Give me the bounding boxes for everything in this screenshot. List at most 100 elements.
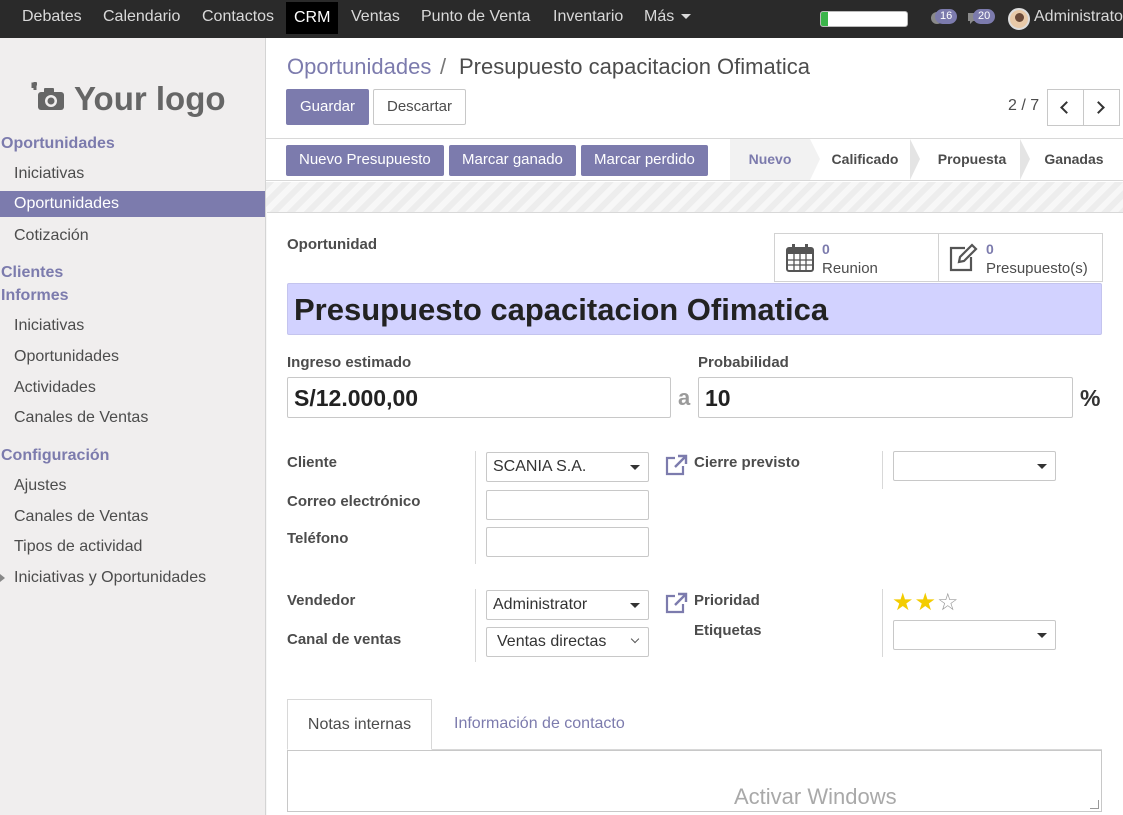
- user-menu[interactable]: Administrator: [1034, 0, 1123, 34]
- new-quotation-button[interactable]: Nuevo Presupuesto: [286, 145, 444, 176]
- pager-next-button[interactable]: [1083, 89, 1120, 126]
- discard-button[interactable]: Descartar: [373, 89, 466, 125]
- stage-separator: [910, 139, 920, 180]
- company-logo[interactable]: Your logo: [16, 68, 240, 132]
- star-filled-icon[interactable]: ★: [915, 589, 938, 616]
- menu-inventario[interactable]: Inventario: [553, 0, 623, 34]
- external-link-icon[interactable]: [664, 592, 688, 614]
- stage-separator: [810, 139, 820, 180]
- menu-debates[interactable]: Debates: [22, 0, 82, 34]
- star-empty-icon[interactable]: ☆: [937, 589, 960, 616]
- caret-down-icon: [1037, 464, 1047, 469]
- form-background-stripe: [266, 182, 1123, 212]
- activities-button[interactable]: 16: [930, 9, 958, 27]
- external-link-icon[interactable]: [664, 454, 688, 476]
- caret-down-icon: [630, 465, 640, 470]
- salesperson-select[interactable]: Administrator: [486, 590, 649, 620]
- customer-select[interactable]: SCANIA S.A.: [486, 452, 649, 482]
- tab-contact-information[interactable]: Información de contacto: [454, 699, 625, 750]
- stage-propuesta[interactable]: Propuesta: [924, 139, 1020, 180]
- expected-closing-select[interactable]: [893, 451, 1056, 481]
- sidebar: Your logo Oportunidades Iniciativas Opor…: [0, 38, 266, 815]
- internal-notes-textarea[interactable]: [287, 750, 1102, 812]
- tab-internal-notes[interactable]: Notas internas: [287, 699, 432, 750]
- stage-ganadas[interactable]: Ganadas: [1036, 139, 1112, 180]
- progress-bar: [820, 11, 908, 27]
- email-label: Correo electrónico: [287, 493, 421, 510]
- stage-separator: [1020, 139, 1030, 180]
- stage-nuevo[interactable]: Nuevo: [730, 139, 810, 180]
- sidebar-item-canales-de-ventas[interactable]: Canales de Ventas: [0, 405, 265, 431]
- top-navbar: Debates Calendario Contactos CRM Ventas …: [0, 0, 1123, 38]
- quotations-count: 0: [986, 241, 994, 257]
- sidebar-item-iniciativas[interactable]: Iniciativas: [0, 161, 265, 187]
- at-label: a: [678, 385, 691, 410]
- opportunity-name-input[interactable]: Presupuesto capacitacion Ofimatica: [287, 283, 1102, 335]
- phone-input[interactable]: [486, 527, 649, 557]
- mark-lost-button[interactable]: Marcar perdido: [581, 145, 708, 176]
- activities-badge: 16: [935, 9, 958, 24]
- stage-calificado[interactable]: Calificado: [820, 139, 910, 180]
- phone-label: Teléfono: [287, 530, 349, 547]
- pager-previous-button[interactable]: [1047, 89, 1084, 126]
- sidebar-item-cotizacion[interactable]: Cotización: [0, 223, 265, 249]
- tags-select[interactable]: [893, 620, 1056, 650]
- salesperson-value: Administrator: [493, 596, 588, 613]
- logo-text: Your logo: [74, 80, 226, 117]
- mark-won-button[interactable]: Marcar ganado: [449, 145, 576, 176]
- sidebar-section-clientes[interactable]: Clientes: [1, 264, 63, 282]
- tags-label: Etiquetas: [694, 622, 762, 639]
- menu-calendario[interactable]: Calendario: [103, 0, 180, 34]
- breadcrumb-separator: /: [440, 54, 447, 79]
- status-bar: Nuevo Presupuesto Marcar ganado Marcar p…: [266, 139, 1123, 181]
- breadcrumb-current: Presupuesto capacitacion Ofimatica: [459, 54, 810, 79]
- sales-channel-value: Ventas directas: [497, 633, 607, 650]
- priority-widget[interactable]: ★★☆: [892, 588, 960, 617]
- windows-activation-watermark: Activar Windows: [734, 784, 897, 809]
- quotations-label: Presupuesto(s): [986, 260, 1088, 277]
- sidebar-item-config-canales-de-ventas[interactable]: Canales de Ventas: [0, 504, 265, 530]
- breadcrumb-parent[interactable]: Oportunidades: [287, 54, 431, 80]
- sidebar-item-ajustes[interactable]: Ajustes: [0, 473, 265, 499]
- chevron-right-icon: [1092, 101, 1105, 114]
- menu-crm[interactable]: CRM: [286, 2, 339, 34]
- caret-down-icon: [680, 14, 691, 20]
- messages-button[interactable]: 20: [967, 9, 996, 27]
- customer-value: SCANIA S.A.: [493, 458, 587, 475]
- menu-mas-label: Más: [644, 8, 675, 25]
- probability-input[interactable]: 10: [698, 377, 1073, 418]
- field-separator: [882, 589, 883, 657]
- resize-handle[interactable]: [1090, 800, 1099, 809]
- progress-fill: [821, 12, 828, 26]
- menu-mas[interactable]: Más: [644, 0, 691, 34]
- sidebar-section-informes[interactable]: Informes: [1, 287, 69, 305]
- pager-value[interactable]: 2 / 7: [1008, 97, 1039, 115]
- caret-down-icon: [630, 603, 640, 608]
- sidebar-item-oportunidades[interactable]: Oportunidades: [0, 191, 265, 217]
- sales-channel-select[interactable]: Ventas directas: [486, 627, 649, 657]
- sidebar-item-informes-oportunidades[interactable]: Oportunidades: [0, 344, 265, 370]
- meetings-smart-button[interactable]: 0 Reunion: [774, 233, 939, 282]
- sidebar-item-iniciativas-y-oportunidades[interactable]: Iniciativas y Oportunidades: [0, 565, 265, 591]
- quotations-smart-button[interactable]: 0 Presupuesto(s): [938, 233, 1103, 282]
- camera-icon: [31, 82, 64, 110]
- field-separator: [475, 451, 476, 564]
- star-filled-icon[interactable]: ★: [892, 589, 915, 616]
- menu-contactos[interactable]: Contactos: [202, 0, 274, 34]
- opportunity-label: Oportunidad: [287, 236, 377, 253]
- sidebar-section-oportunidades[interactable]: Oportunidades: [1, 135, 115, 153]
- user-avatar[interactable]: [1008, 8, 1030, 30]
- menu-ventas[interactable]: Ventas: [351, 0, 400, 34]
- sidebar-item-informes-iniciativas[interactable]: Iniciativas: [0, 313, 265, 339]
- email-input[interactable]: [486, 490, 649, 520]
- sidebar-item-actividades[interactable]: Actividades: [0, 375, 265, 401]
- sidebar-item-tipos-de-actividad[interactable]: Tipos de actividad: [0, 534, 265, 560]
- menu-punto-de-venta[interactable]: Punto de Venta: [421, 0, 530, 34]
- save-button[interactable]: Guardar: [286, 89, 369, 125]
- sidebar-section-configuracion[interactable]: Configuración: [1, 447, 109, 465]
- field-separator: [882, 451, 883, 489]
- salesperson-label: Vendedor: [287, 592, 356, 609]
- expected-revenue-input[interactable]: S/12.000,00: [287, 377, 671, 418]
- sidebar-item-label: Iniciativas y Oportunidades: [14, 569, 207, 586]
- priority-label: Prioridad: [694, 592, 760, 609]
